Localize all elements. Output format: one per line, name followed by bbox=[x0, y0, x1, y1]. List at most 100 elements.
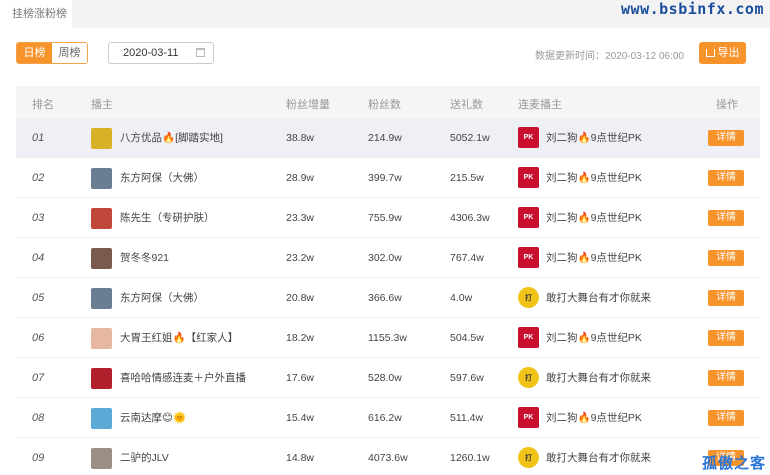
connect-anchor-name[interactable]: 刘二狗🔥9点世纪PK bbox=[546, 318, 642, 358]
table-row: 09 二驴的JLV 14.8w 4073.6w 1260.1w 打 敢打大舞台有… bbox=[16, 438, 760, 475]
date-picker[interactable]: 2020-03-11 bbox=[108, 42, 214, 64]
connect-anchor-name[interactable]: 刘二狗🔥9点世纪PK bbox=[546, 398, 642, 438]
avatar[interactable] bbox=[91, 368, 112, 389]
fans-gain-value: 15.4w bbox=[286, 412, 315, 424]
avatar[interactable] bbox=[91, 448, 112, 469]
fans-value: 399.7w bbox=[368, 172, 402, 184]
header-action: 操作 bbox=[716, 99, 738, 111]
tab-bar: 挂榜涨粉榜 www.bsbinfx.com bbox=[0, 0, 770, 28]
table-row: 08 云南达摩😊🌞 15.4w 616.2w 511.4w PK 刘二狗🔥9点世… bbox=[16, 398, 760, 438]
anchor-name[interactable]: 二驴的JLV bbox=[120, 438, 169, 475]
anchor-name[interactable]: 八方优品🔥[脚踏实地] bbox=[120, 118, 223, 158]
gifts-value: 4306.3w bbox=[450, 212, 490, 224]
upload-icon bbox=[705, 49, 715, 57]
connect-anchor-avatar[interactable]: 打 bbox=[518, 367, 539, 388]
table-body: 01 八方优品🔥[脚踏实地] 38.8w 214.9w 5052.1w PK 刘… bbox=[16, 118, 760, 475]
avatar[interactable] bbox=[91, 208, 112, 229]
connect-anchor-avatar[interactable]: PK bbox=[518, 247, 539, 268]
date-value: 2020-03-11 bbox=[123, 47, 179, 59]
period-toggle: 日榜 周榜 bbox=[16, 42, 88, 64]
header-fans-gain: 粉丝增量 bbox=[286, 99, 330, 111]
detail-button[interactable]: 详情 bbox=[708, 370, 744, 386]
ranking-table: 排名 播主 粉丝增量 粉丝数 送礼数 连麦播主 操作 01 八方优品🔥[脚踏实地… bbox=[16, 86, 760, 475]
fans-gain-value: 17.6w bbox=[286, 372, 315, 384]
connect-anchor-name[interactable]: 刘二狗🔥9点世纪PK bbox=[546, 158, 642, 198]
tab-fans-gain-ranking[interactable]: 挂榜涨粉榜 bbox=[0, 0, 72, 28]
connect-anchor-avatar[interactable]: PK bbox=[518, 407, 539, 428]
data-updated-time: 数据更新时间：2020-03-12 06:00 bbox=[535, 51, 684, 62]
table-row: 03 陈先生（专研护肤） 23.3w 755.9w 4306.3w PK 刘二狗… bbox=[16, 198, 760, 238]
fans-value: 214.9w bbox=[368, 132, 402, 144]
table-header: 排名 播主 粉丝增量 粉丝数 送礼数 连麦播主 操作 bbox=[16, 86, 760, 118]
connect-anchor-name[interactable]: 敢打大舞台有才你就来 bbox=[546, 438, 651, 475]
calendar-icon bbox=[196, 48, 205, 57]
connect-anchor-avatar[interactable]: PK bbox=[518, 327, 539, 348]
detail-button[interactable]: 详情 bbox=[708, 250, 744, 266]
anchor-name[interactable]: 大胃王红姐🔥【红家人】 bbox=[120, 318, 238, 358]
avatar[interactable] bbox=[91, 408, 112, 429]
connect-anchor-avatar[interactable]: 打 bbox=[518, 447, 539, 468]
connect-anchor-name[interactable]: 敢打大舞台有才你就来 bbox=[546, 278, 651, 318]
connect-anchor-avatar[interactable]: 打 bbox=[518, 287, 539, 308]
connect-anchor-avatar[interactable]: PK bbox=[518, 167, 539, 188]
detail-button[interactable]: 详情 bbox=[708, 170, 744, 186]
fans-value: 366.6w bbox=[368, 292, 402, 304]
daily-ranking-button[interactable]: 日榜 bbox=[17, 43, 52, 63]
avatar[interactable] bbox=[91, 128, 112, 149]
site-watermark: www.bsbinfx.com bbox=[621, 0, 764, 18]
detail-button[interactable]: 详情 bbox=[708, 210, 744, 226]
gifts-value: 504.5w bbox=[450, 332, 484, 344]
detail-button[interactable]: 详情 bbox=[708, 410, 744, 426]
rank-number: 09 bbox=[32, 452, 45, 464]
export-button[interactable]: 导出 bbox=[699, 42, 746, 64]
table-row: 04 贺冬冬921 23.2w 302.0w 767.4w PK 刘二狗🔥9点世… bbox=[16, 238, 760, 278]
fans-gain-value: 38.8w bbox=[286, 132, 315, 144]
anchor-name[interactable]: 云南达摩😊🌞 bbox=[120, 398, 186, 438]
detail-button[interactable]: 详情 bbox=[708, 330, 744, 346]
export-label: 导出 bbox=[717, 47, 740, 59]
gifts-value: 597.6w bbox=[450, 372, 484, 384]
gifts-value: 215.5w bbox=[450, 172, 484, 184]
connect-anchor-name[interactable]: 刘二狗🔥9点世纪PK bbox=[546, 118, 642, 158]
rank-number: 05 bbox=[32, 292, 45, 304]
gifts-value: 767.4w bbox=[450, 252, 484, 264]
connect-anchor-name[interactable]: 刘二狗🔥9点世纪PK bbox=[546, 238, 642, 278]
connect-anchor-name[interactable]: 敢打大舞台有才你就来 bbox=[546, 358, 651, 398]
table-row: 01 八方优品🔥[脚踏实地] 38.8w 214.9w 5052.1w PK 刘… bbox=[16, 118, 760, 158]
anchor-name[interactable]: 东方阿保（大佛） bbox=[120, 278, 204, 318]
gifts-value: 511.4w bbox=[450, 412, 484, 424]
avatar[interactable] bbox=[91, 168, 112, 189]
rank-number: 03 bbox=[32, 212, 45, 224]
anchor-name[interactable]: 陈先生（专研护肤） bbox=[120, 198, 215, 238]
connect-anchor-name[interactable]: 刘二狗🔥9点世纪PK bbox=[546, 198, 642, 238]
table-row: 06 大胃王红姐🔥【红家人】 18.2w 1155.3w 504.5w PK 刘… bbox=[16, 318, 760, 358]
fans-gain-value: 23.2w bbox=[286, 252, 315, 264]
fans-value: 616.2w bbox=[368, 412, 402, 424]
rank-number: 02 bbox=[32, 172, 45, 184]
connect-anchor-avatar[interactable]: PK bbox=[518, 127, 539, 148]
header-fans: 粉丝数 bbox=[368, 99, 401, 111]
fans-value: 755.9w bbox=[368, 212, 402, 224]
rank-number: 06 bbox=[32, 332, 45, 344]
avatar[interactable] bbox=[91, 248, 112, 269]
weekly-ranking-button[interactable]: 周榜 bbox=[52, 43, 87, 63]
detail-button[interactable]: 详情 bbox=[708, 290, 744, 306]
anchor-name[interactable]: 贺冬冬921 bbox=[120, 238, 169, 278]
avatar[interactable] bbox=[91, 288, 112, 309]
fans-value: 1155.3w bbox=[368, 332, 407, 344]
header-connect-anchor: 连麦播主 bbox=[518, 99, 562, 111]
fans-gain-value: 23.3w bbox=[286, 212, 315, 224]
anchor-name[interactable]: 东方阿保（大佛） bbox=[120, 158, 204, 198]
header-gifts: 送礼数 bbox=[450, 99, 483, 111]
fans-gain-value: 18.2w bbox=[286, 332, 315, 344]
avatar[interactable] bbox=[91, 328, 112, 349]
rank-number: 01 bbox=[32, 132, 45, 144]
rank-number: 08 bbox=[32, 412, 45, 424]
detail-button[interactable]: 详情 bbox=[708, 130, 744, 146]
fans-value: 4073.6w bbox=[368, 452, 408, 464]
gifts-value: 1260.1w bbox=[450, 452, 490, 464]
connect-anchor-avatar[interactable]: PK bbox=[518, 207, 539, 228]
table-row: 05 东方阿保（大佛） 20.8w 366.6w 4.0w 打 敢打大舞台有才你… bbox=[16, 278, 760, 318]
toolbar: 日榜 周榜 2020-03-11 数据更新时间：2020-03-12 06:00… bbox=[0, 40, 770, 66]
anchor-name[interactable]: 喜哈哈情感连麦＋户外直播 bbox=[120, 358, 246, 398]
